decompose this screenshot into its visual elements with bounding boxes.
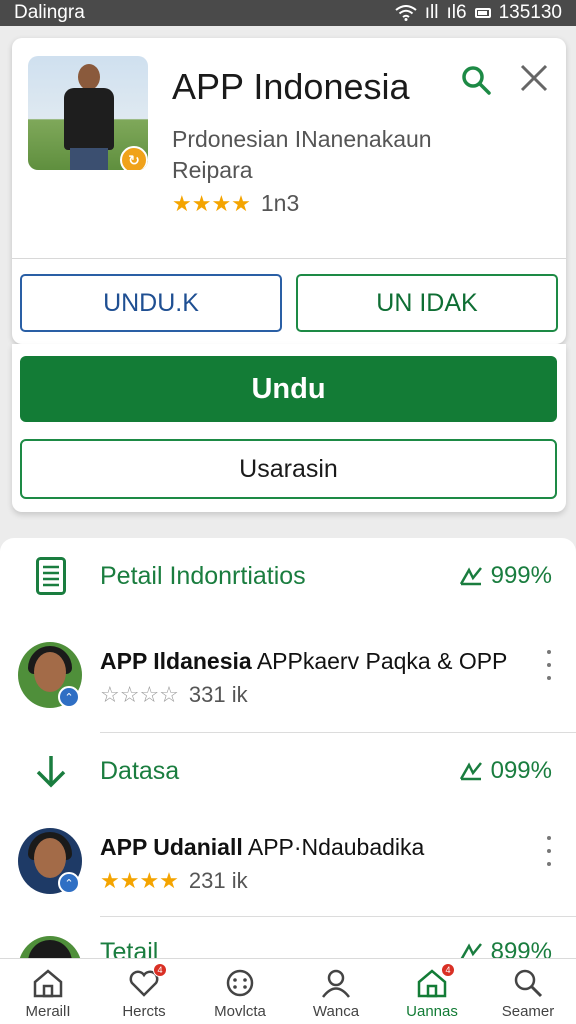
person-icon: [319, 967, 353, 999]
carrier-label: Dalingra: [14, 2, 85, 23]
secondary-action-button[interactable]: UN IDAK: [296, 274, 558, 332]
list-item-count: 231 ik: [188, 868, 248, 893]
nav-label: Hercts: [122, 1003, 166, 1020]
home-icon: 4: [415, 963, 455, 999]
list-item-meta: ☆☆☆☆ 331 ik: [100, 682, 248, 708]
list-item-title: APP Udaniall APP·Ndaubadika: [100, 834, 424, 861]
status-icons: ıll ıl6 135130: [395, 2, 562, 24]
thumb-badge-icon: ↻: [120, 146, 148, 170]
battery-icon: [474, 8, 491, 18]
section-percentage: 099%: [459, 757, 552, 785]
app-thumbnail[interactable]: ↻: [28, 56, 148, 170]
notification-badge: 4: [153, 963, 167, 977]
nav-item-apps[interactable]: 4 Uannas: [384, 959, 480, 1024]
rating-stars: ☆☆☆☆: [100, 682, 179, 707]
grid-icon: [223, 967, 257, 999]
section-label: Petail Indonrtiatios: [100, 561, 306, 590]
network-icon: ıl6: [446, 2, 467, 23]
rating-value: 1n3: [260, 190, 300, 216]
bottom-nav: MerailI 4 Hercts Movlcta Wanca 4 Uannas …: [0, 958, 576, 1024]
list-item-title-bold: APP Udaniall: [100, 834, 243, 860]
nav-label: Wanca: [312, 1003, 360, 1020]
trend-icon: [459, 567, 482, 586]
rating-stars: ★★★★: [172, 190, 251, 216]
search-icon: [511, 967, 545, 999]
nav-item-movies[interactable]: Movlcta: [192, 959, 288, 1024]
app-rating: ★★★★ 1n3: [172, 190, 299, 217]
notification-badge: 4: [441, 963, 455, 977]
document-icon: [34, 556, 68, 596]
search-icon[interactable]: [458, 62, 494, 98]
more-options-button[interactable]: Usarasin: [20, 439, 557, 499]
list-item-title-rest: APPkaerv Paqka & OPP: [251, 648, 508, 674]
more-vert-icon[interactable]: [544, 650, 554, 680]
install-button[interactable]: Undu: [20, 356, 557, 422]
download-arrow-icon: [34, 751, 68, 791]
section-header-data[interactable]: Datasa 099%: [0, 741, 576, 801]
thumb-person-body: [64, 88, 114, 150]
list-item-title-bold: APP Ildanesia: [100, 648, 252, 674]
list-item[interactable]: ⌃ APP Ildanesia APPkaerv Paqka & OPP ☆☆☆…: [0, 642, 576, 722]
install-panel: Undu Usarasin: [12, 344, 566, 512]
section-label: Datasa: [100, 756, 180, 785]
clock: 135130: [498, 2, 562, 23]
nav-label: Movlcta: [214, 1003, 266, 1020]
app-subtitle: Prdonesian INanenakaun Reipara: [172, 124, 472, 186]
wifi-icon: [395, 5, 417, 21]
divider: [12, 258, 566, 259]
nav-item-search[interactable]: Seamer: [480, 959, 576, 1024]
list-item-title-rest: APP·Ndaubadika: [242, 834, 425, 860]
app-subtitle-line1: Prdonesian INanenakaun: [172, 126, 432, 152]
signal-icon: ıll: [424, 2, 439, 23]
divider: [100, 916, 576, 917]
list-item-count: 331 ik: [188, 682, 248, 707]
app-list: Petail Indonrtiatios 999% ⌃ APP Ildanesi…: [0, 538, 576, 962]
download-button[interactable]: UNDU.K: [20, 274, 282, 332]
app-title: APP Indonesia: [172, 66, 410, 107]
more-vert-icon[interactable]: [544, 836, 554, 866]
divider: [100, 732, 576, 733]
section-percentage: 999%: [459, 562, 552, 590]
home-icon: [31, 967, 65, 999]
thumb-person-legs: [70, 148, 108, 170]
nav-item-profile[interactable]: Wanca: [288, 959, 384, 1024]
list-item[interactable]: ⌃ APP Udaniall APP·Ndaubadika ★★★★ 231 i…: [0, 828, 576, 908]
section-header-details[interactable]: Petail Indonrtiatios 999%: [0, 546, 576, 606]
status-bar: Dalingra ıll ıl6 135130: [0, 0, 576, 26]
nav-item-hearts[interactable]: 4 Hercts: [96, 959, 192, 1024]
verified-badge-icon: ⌃: [58, 686, 80, 708]
close-icon[interactable]: [516, 60, 552, 96]
nav-label: MerailI: [25, 1003, 71, 1020]
trend-icon: [459, 762, 482, 781]
section-percentage-value: 099%: [490, 757, 552, 784]
nav-label: Uannas: [406, 1003, 458, 1020]
list-item-title: APP Ildanesia APPkaerv Paqka & OPP: [100, 648, 507, 675]
heart-icon: 4: [127, 963, 167, 999]
nav-item-home[interactable]: MerailI: [0, 959, 96, 1024]
thumb-person-head: [78, 64, 100, 90]
list-item-meta: ★★★★ 231 ik: [100, 868, 248, 894]
verified-badge-icon: ⌃: [58, 872, 80, 894]
section-percentage-value: 999%: [490, 562, 552, 589]
section-header-tetail[interactable]: Tetail 899%: [0, 922, 576, 962]
avatar-face: [34, 652, 66, 692]
app-card: ↻ APP Indonesia Prdonesian INanenakaun R…: [12, 38, 566, 344]
nav-label: Seamer: [501, 1003, 555, 1020]
app-subtitle-line2: Reipara: [172, 157, 253, 183]
rating-stars: ★★★★: [100, 868, 179, 893]
avatar-face: [34, 838, 66, 878]
